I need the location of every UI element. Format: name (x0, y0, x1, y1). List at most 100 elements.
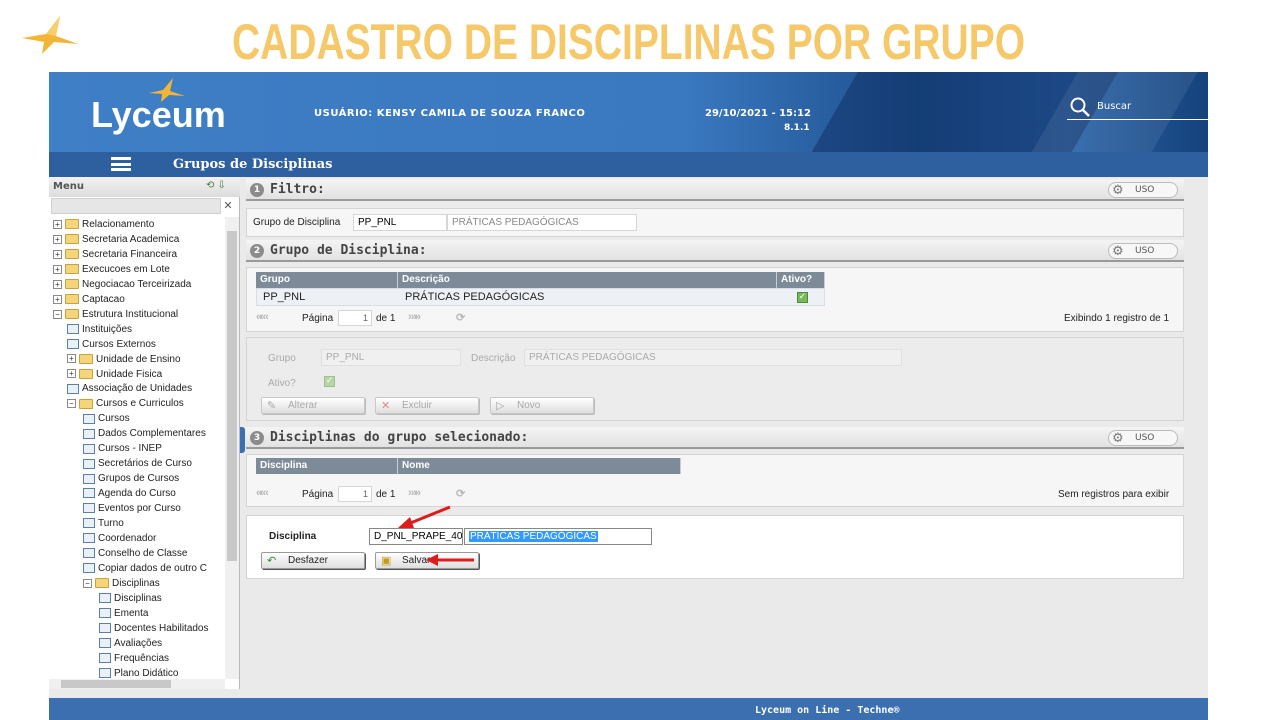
page-input[interactable]: 1 (338, 310, 372, 326)
filtro-code-input[interactable]: PP_PNL (353, 214, 447, 231)
alterar-button[interactable]: ✎ Alterar (261, 397, 365, 414)
expand-icon[interactable]: + (53, 279, 62, 289)
sidebar-item[interactable]: Cursos (83, 411, 130, 426)
expand-icon[interactable]: + (67, 354, 76, 364)
sidebar-item[interactable]: Turno (83, 516, 124, 531)
next-page-icon[interactable]: › »» (408, 487, 421, 499)
sidebar-item[interactable]: Copiar dados de outro C (83, 561, 207, 576)
collapse-icon[interactable]: − (53, 309, 62, 319)
salvar-button[interactable]: ▣ Salvar (375, 552, 479, 569)
sidebar-item[interactable]: Docentes Habilitados (99, 621, 209, 636)
sidebar-item[interactable]: Conselho de Classe (83, 546, 188, 561)
collapse-icon[interactable]: − (67, 399, 76, 409)
document-icon (83, 428, 95, 439)
sidebar-item[interactable]: + Unidade Fisica (67, 367, 162, 382)
table-row[interactable]: PP_PNL PRÁTICAS PEDAGÓGICAS ✓ (256, 288, 825, 306)
menu-search-input[interactable] (51, 198, 221, 214)
expand-icon[interactable]: + (53, 234, 62, 244)
menu-pin-icon[interactable]: ⟲ ⇩ (206, 180, 226, 191)
sidebar-item-label: Secretários de Curso (98, 458, 192, 470)
grid-column-header[interactable]: Descrição (398, 272, 777, 288)
lyceum-app-window: Lyceum USUÁRIO: KENSY CAMILA DE SOUZA FR… (49, 72, 1208, 720)
folder-icon (65, 279, 79, 290)
next-page-icon[interactable]: › »» (408, 311, 421, 323)
sidebar-item[interactable]: Ementa (99, 606, 148, 621)
sidebar-collapse-handle[interactable] (240, 427, 245, 453)
close-icon[interactable]: ✕ (221, 198, 235, 214)
disciplina-code-input[interactable]: D_PNL_PRAPE_400 (369, 528, 463, 545)
sidebar-item[interactable]: + Negociacao Terceirizada (53, 277, 191, 292)
uso-toggle[interactable]: ⚙ USO (1108, 243, 1178, 259)
search-icon[interactable] (1069, 96, 1091, 118)
uso-toggle[interactable]: ⚙ USO (1108, 430, 1178, 446)
sidebar-item-label: Cursos (98, 413, 130, 425)
section-filtro-header[interactable]: 1 Filtro: ⚙ USO (246, 179, 1184, 201)
sidebar-item[interactable]: Coordenador (83, 531, 156, 546)
grupo-input[interactable]: PP_PNL (321, 349, 461, 366)
sidebar-item[interactable]: + Captacao (53, 292, 125, 307)
scrollbar-thumb[interactable] (227, 231, 237, 561)
sidebar-item[interactable]: + Secretaria Financeira (53, 247, 177, 262)
document-icon (83, 533, 95, 544)
sidebar-item[interactable]: Secretários de Curso (83, 456, 192, 471)
uso-toggle[interactable]: ⚙ USO (1108, 182, 1178, 198)
grid-column-header[interactable]: Grupo (256, 272, 398, 288)
descricao-input[interactable]: PRÁTICAS PEDAGÓGICAS (524, 349, 902, 366)
sidebar-item[interactable]: Instituições (67, 322, 132, 337)
scrollbar-thumb[interactable] (61, 680, 171, 688)
sidebar-item[interactable]: + Unidade de Ensino (67, 352, 181, 367)
sidebar-item[interactable]: Disciplinas (99, 591, 162, 606)
sidebar-item[interactable]: Cursos - INEP (83, 441, 162, 456)
sidebar-item[interactable]: + Execucoes em Lote (53, 262, 170, 277)
grid-column-header[interactable]: Nome (398, 458, 681, 474)
section-disciplinas-header[interactable]: 3 Disciplinas do grupo selecionado: ⚙ USO (246, 427, 1184, 449)
section-grupo-header[interactable]: 2 Grupo de Disciplina: ⚙ USO (246, 240, 1184, 262)
sidebar-vertical-scrollbar[interactable] (225, 217, 239, 679)
expand-icon[interactable]: + (53, 294, 62, 304)
sidebar-item[interactable]: Grupos de Cursos (83, 471, 179, 486)
desfazer-button[interactable]: ↶ Desfazer (261, 552, 365, 569)
expand-icon[interactable]: + (67, 369, 76, 379)
ativo-checkbox[interactable]: ✓ (324, 376, 335, 387)
refresh-icon[interactable]: ⟳ (456, 487, 465, 500)
sidebar-item-label: Coordenador (98, 532, 157, 544)
sidebar-item[interactable]: Associação de Unidades (67, 381, 192, 396)
sidebar-item[interactable]: Eventos por Curso (83, 501, 181, 516)
collapse-icon[interactable]: − (83, 578, 92, 588)
sidebar-item[interactable]: + Relacionamento (53, 217, 154, 232)
sidebar-item[interactable]: Plano Didático (99, 666, 178, 680)
first-page-icon[interactable]: «« ‹ (256, 311, 269, 323)
expand-icon[interactable]: + (53, 249, 62, 259)
search-placeholder[interactable]: Buscar (1097, 101, 1131, 112)
grid-column-header[interactable]: Ativo? (777, 272, 825, 288)
sidebar-item[interactable]: Avaliações (99, 636, 162, 651)
expand-icon[interactable]: + (53, 219, 62, 229)
expand-icon[interactable]: + (53, 264, 62, 274)
sidebar-item[interactable]: Cursos Externos (67, 337, 156, 352)
excluir-button[interactable]: ✕ Excluir (375, 397, 479, 414)
sidebar-item-label: Plano Didático (114, 667, 179, 679)
filtro-description-input[interactable]: PRÁTICAS PEDAGÓGICAS (447, 214, 637, 231)
new-icon: ▷ (496, 400, 505, 412)
first-page-icon[interactable]: «« ‹ (256, 487, 269, 499)
sidebar-item[interactable]: − Estrutura Institucional (53, 307, 178, 322)
folder-icon (65, 309, 79, 320)
grid-column-header[interactable]: Disciplina (256, 458, 398, 474)
search-box[interactable]: Buscar (1067, 94, 1208, 120)
bird-logo-icon (22, 16, 78, 54)
sidebar-item[interactable]: + Secretaria Academica (53, 232, 179, 247)
hamburger-menu-icon[interactable] (111, 157, 131, 171)
novo-button[interactable]: ▷ Novo (490, 397, 594, 414)
sidebar-item-label: Negociacao Terceirizada (82, 278, 192, 290)
disciplina-name-input[interactable]: PRÁTICAS PEDAGÓGICAS (464, 528, 652, 545)
sidebar-item[interactable]: Dados Complementares (83, 426, 206, 441)
refresh-icon[interactable]: ⟳ (456, 311, 465, 324)
sidebar-item[interactable]: − Cursos e Curriculos (67, 396, 184, 411)
sidebar-item[interactable]: − Disciplinas (83, 576, 160, 591)
grupo-label: Grupo (268, 353, 296, 364)
sidebar-item[interactable]: Frequências (99, 651, 169, 666)
page-input[interactable]: 1 (338, 486, 372, 502)
footer-text: Lyceum on Line - Techne® (755, 705, 900, 716)
sidebar-item[interactable]: Agenda do Curso (83, 486, 176, 501)
sidebar-horizontal-scrollbar[interactable] (49, 679, 225, 689)
